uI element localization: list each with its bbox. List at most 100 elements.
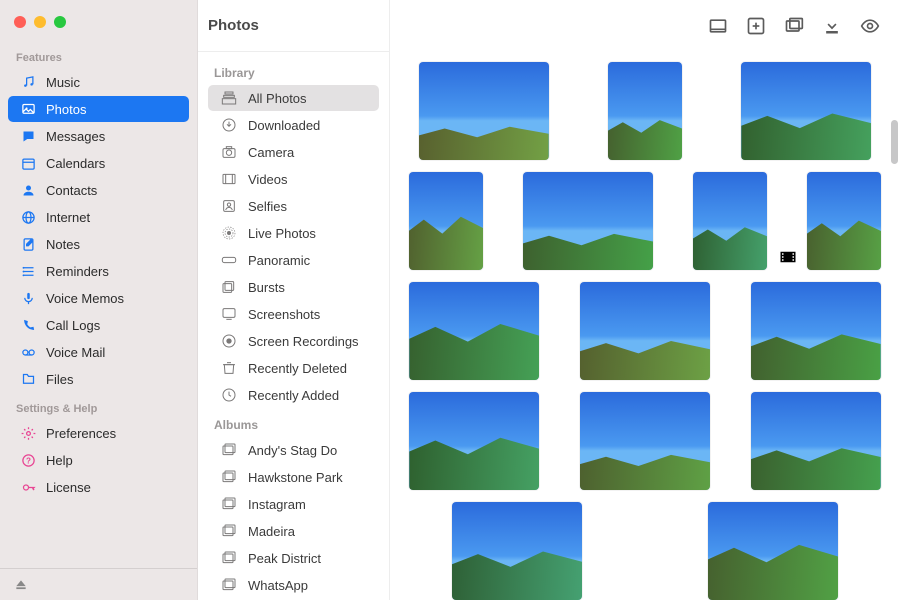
sidebar-item-voice-memos[interactable]: Voice Memos <box>8 285 189 311</box>
library-item-label: Panoramic <box>248 253 310 268</box>
library-item-label: Screen Recordings <box>248 334 359 349</box>
album-icon <box>220 522 238 540</box>
library-item-live-photos[interactable]: Live Photos <box>208 220 379 246</box>
photo-thumbnail[interactable] <box>807 172 881 270</box>
library-item-madeira[interactable]: Madeira <box>208 518 379 544</box>
preview-button[interactable] <box>708 16 728 36</box>
sidebar-item-messages[interactable]: Messages <box>8 123 189 149</box>
library-item-hawkstone-park[interactable]: Hawkstone Park <box>208 464 379 490</box>
photo-thumbnail[interactable] <box>751 392 881 490</box>
sidebar-item-label: Files <box>46 372 73 387</box>
photo-thumbnail[interactable] <box>452 502 582 600</box>
library-item-all-photos[interactable]: All Photos <box>208 85 379 111</box>
files-icon <box>20 371 36 387</box>
library-item-panoramic[interactable]: Panoramic <box>208 247 379 273</box>
library-item-screen-recordings[interactable]: Screen Recordings <box>208 328 379 354</box>
sidebar-item-license[interactable]: License <box>8 474 189 500</box>
internet-icon <box>20 209 36 225</box>
library-item-videos[interactable]: Videos <box>208 166 379 192</box>
sidebar-item-label: Call Logs <box>46 318 100 333</box>
sidebar-item-internet[interactable]: Internet <box>8 204 189 230</box>
record-icon <box>220 332 238 350</box>
scrollbar[interactable] <box>891 120 898 164</box>
live-icon <box>220 224 238 242</box>
close-window-button[interactable] <box>14 16 26 28</box>
photo-thumbnail[interactable] <box>523 172 653 270</box>
sidebar-item-notes[interactable]: Notes <box>8 231 189 257</box>
reminders-icon <box>20 263 36 279</box>
library-item-andy-s-stag-do[interactable]: Andy's Stag Do <box>208 437 379 463</box>
calendars-icon <box>20 155 36 171</box>
library-item-screenshots[interactable]: Screenshots <box>208 301 379 327</box>
sidebar-item-voice-mail[interactable]: Voice Mail <box>8 339 189 365</box>
sidebar-item-help[interactable]: Help <box>8 447 189 473</box>
sidebar-item-label: Internet <box>46 210 90 225</box>
camera-icon <box>220 143 238 161</box>
sidebar-item-reminders[interactable]: Reminders <box>8 258 189 284</box>
photo-thumbnail[interactable] <box>419 62 549 160</box>
clock-icon <box>220 386 238 404</box>
photo-thumbnail[interactable] <box>608 62 682 160</box>
photo-thumbnail[interactable] <box>580 392 710 490</box>
library-item-label: Recently Deleted <box>248 361 347 376</box>
sidebar-item-label: Help <box>46 453 73 468</box>
library-item-whatsapp[interactable]: WhatsApp <box>208 572 379 598</box>
sidebar-item-contacts[interactable]: Contacts <box>8 177 189 203</box>
album-icon <box>220 468 238 486</box>
download-button[interactable] <box>822 16 842 36</box>
pano-icon <box>220 251 238 269</box>
photo-thumbnail[interactable] <box>580 282 710 380</box>
photos-icon <box>20 101 36 117</box>
maximize-window-button[interactable] <box>54 16 66 28</box>
library-item-label: Selfies <box>248 199 287 214</box>
library-panel: Photos Library All Photos Downloaded Cam… <box>198 0 390 600</box>
sidebar-item-photos[interactable]: Photos <box>8 96 189 122</box>
sidebar-item-label: Preferences <box>46 426 116 441</box>
sidebar-item-label: Contacts <box>46 183 97 198</box>
photo-thumbnail[interactable] <box>693 172 767 270</box>
voice-memos-icon <box>20 290 36 306</box>
sidebar-item-label: Voice Mail <box>46 345 105 360</box>
album-icon <box>220 495 238 513</box>
library-item-bursts[interactable]: Bursts <box>208 274 379 300</box>
library-item-selfies[interactable]: Selfies <box>208 193 379 219</box>
license-icon <box>20 479 36 495</box>
sidebar-item-call-logs[interactable]: Call Logs <box>8 312 189 338</box>
library-item-label: Screenshots <box>248 307 320 322</box>
photo-thumbnail[interactable] <box>751 282 881 380</box>
sidebar-item-files[interactable]: Files <box>8 366 189 392</box>
sidebar-item-music[interactable]: Music <box>8 69 189 95</box>
burst-icon <box>220 278 238 296</box>
photo-thumbnail[interactable] <box>708 502 838 600</box>
video-badge-icon <box>779 248 797 266</box>
library-item-instagram[interactable]: Instagram <box>208 491 379 517</box>
add-button[interactable] <box>746 16 766 36</box>
photo-thumbnail[interactable] <box>741 62 871 160</box>
photo-thumbnail[interactable] <box>409 392 539 490</box>
sidebar-item-label: Photos <box>46 102 86 117</box>
view-button[interactable] <box>860 16 880 36</box>
voice-mail-icon <box>20 344 36 360</box>
library-item-label: Madeira <box>248 524 295 539</box>
library-item-camera[interactable]: Camera <box>208 139 379 165</box>
album-icon <box>220 549 238 567</box>
library-item-recently-added[interactable]: Recently Added <box>208 382 379 408</box>
download-icon <box>220 116 238 134</box>
sidebar-item-label: Calendars <box>46 156 105 171</box>
library-item-recently-deleted[interactable]: Recently Deleted <box>208 355 379 381</box>
library-item-peak-district[interactable]: Peak District <box>208 545 379 571</box>
library-item-label: Recently Added <box>248 388 339 403</box>
library-item-label: All Photos <box>248 91 307 106</box>
eject-button[interactable] <box>0 568 197 600</box>
photo-thumbnail[interactable] <box>409 282 539 380</box>
sidebar-item-preferences[interactable]: Preferences <box>8 420 189 446</box>
library-item-downloaded[interactable]: Downloaded <box>208 112 379 138</box>
import-button[interactable] <box>784 16 804 36</box>
window-controls <box>0 10 197 42</box>
sidebar-item-calendars[interactable]: Calendars <box>8 150 189 176</box>
notes-icon <box>20 236 36 252</box>
photo-thumbnail[interactable] <box>409 172 483 270</box>
music-icon <box>20 74 36 90</box>
minimize-window-button[interactable] <box>34 16 46 28</box>
albums-header: Albums <box>204 414 383 436</box>
